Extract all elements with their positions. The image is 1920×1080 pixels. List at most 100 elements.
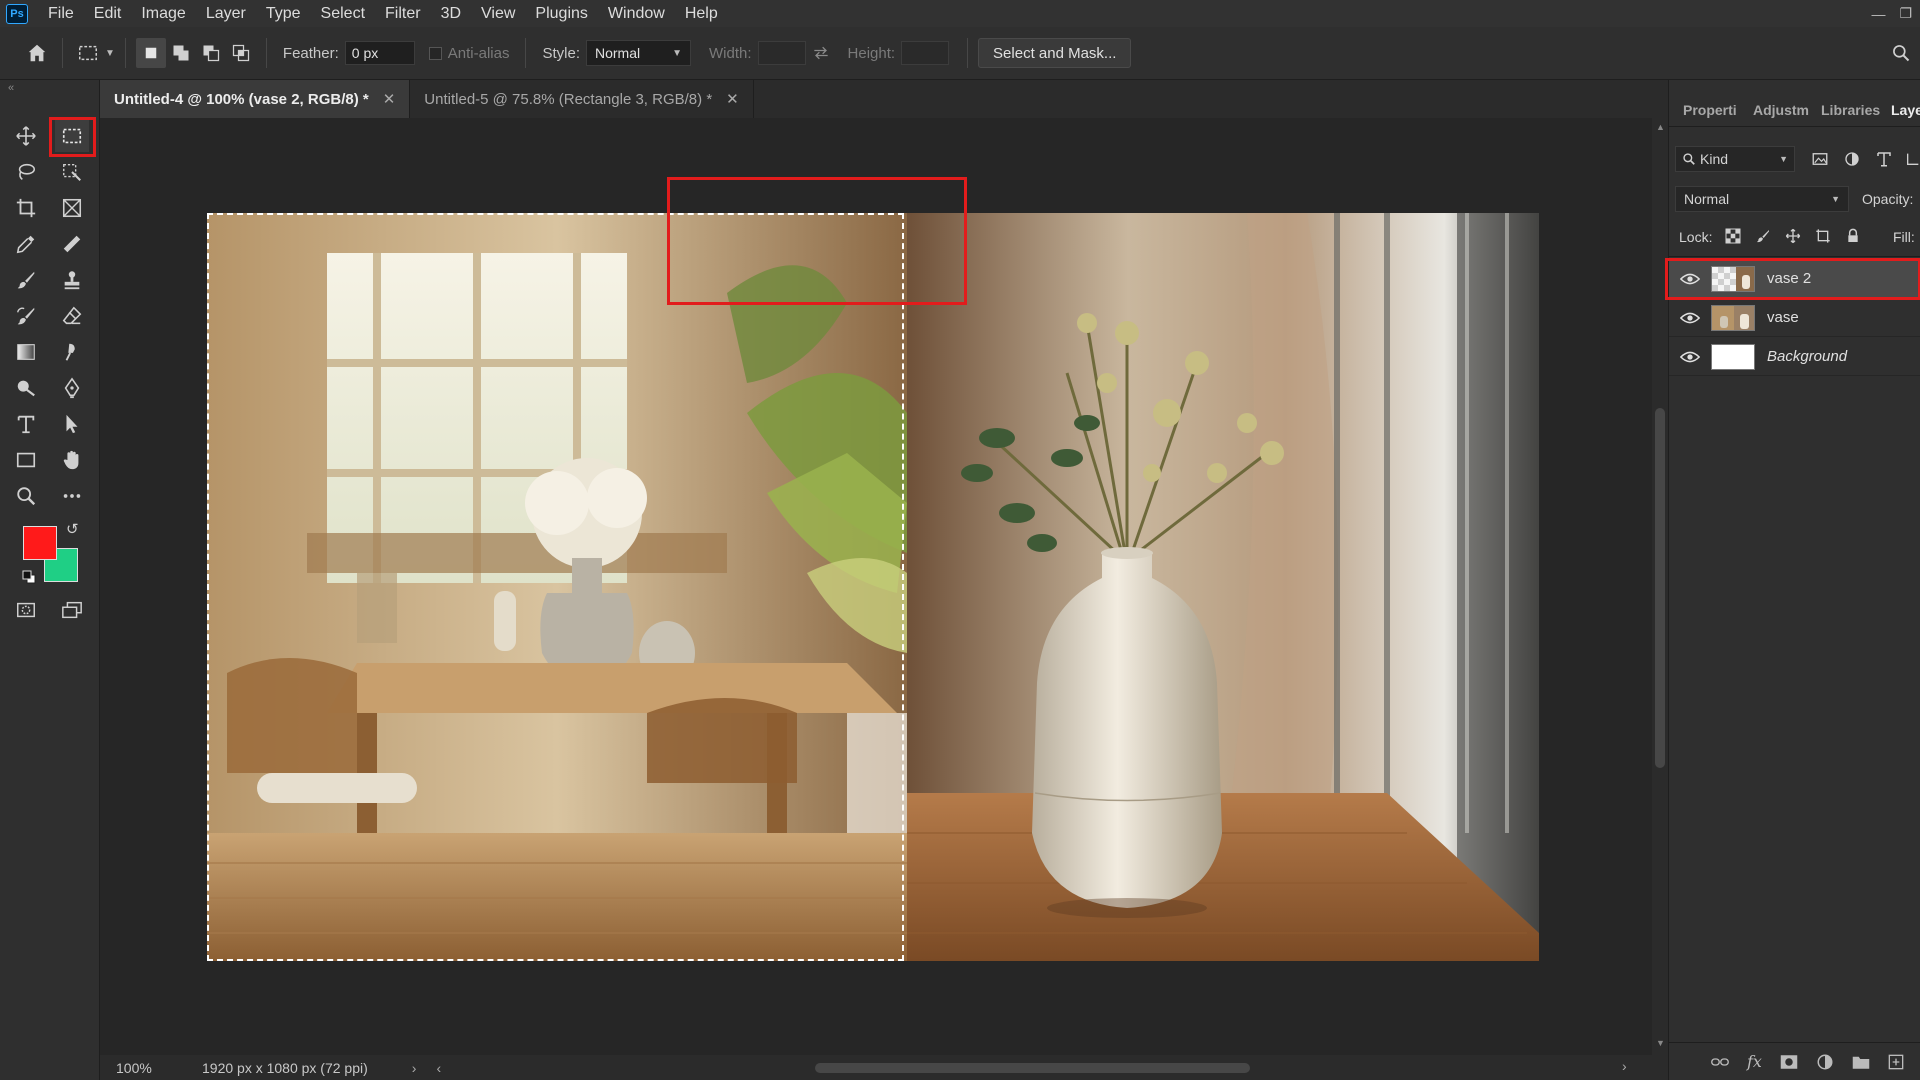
menu-image[interactable]: Image bbox=[131, 0, 195, 27]
smudge-tool-icon[interactable] bbox=[55, 336, 89, 368]
blend-mode-value: Normal bbox=[1684, 191, 1730, 207]
menu-select[interactable]: Select bbox=[311, 0, 375, 27]
lock-transparent-pixels-icon[interactable] bbox=[1725, 228, 1741, 244]
layer-background[interactable]: Background bbox=[1669, 338, 1920, 376]
menu-file[interactable]: File bbox=[38, 0, 84, 27]
tab-adjustments[interactable]: Adjustm bbox=[1753, 102, 1809, 118]
pixel-layer-filter-icon[interactable] bbox=[1811, 150, 1829, 168]
ruler-tool-icon[interactable] bbox=[55, 228, 89, 260]
document-info[interactable]: 1920 px x 1080 px (72 ppi) bbox=[202, 1060, 368, 1076]
menu-help[interactable]: Help bbox=[675, 0, 728, 27]
lock-position-icon[interactable] bbox=[1785, 228, 1801, 244]
close-icon[interactable]: ✕ bbox=[383, 90, 396, 108]
stamp-tool-icon[interactable] bbox=[55, 264, 89, 296]
add-mask-icon[interactable] bbox=[1780, 1054, 1798, 1070]
height-input[interactable] bbox=[901, 41, 950, 65]
lock-all-icon[interactable] bbox=[1845, 228, 1861, 244]
eye-icon[interactable] bbox=[1669, 350, 1711, 364]
scroll-right-icon[interactable]: › bbox=[1622, 1058, 1627, 1074]
move-tool-icon[interactable] bbox=[9, 120, 43, 152]
history-brush-tool-icon[interactable] bbox=[9, 300, 43, 332]
tab-properties[interactable]: Properti bbox=[1683, 102, 1737, 118]
new-layer-icon[interactable] bbox=[1888, 1054, 1904, 1070]
shape-layer-filter-icon[interactable] bbox=[1905, 150, 1920, 168]
chevron-down-icon[interactable]: ▼ bbox=[105, 48, 115, 59]
dodge-tool-icon[interactable] bbox=[9, 372, 43, 404]
type-tool-icon[interactable] bbox=[9, 408, 43, 440]
type-layer-filter-icon[interactable] bbox=[1875, 150, 1893, 168]
tab-libraries[interactable]: Libraries bbox=[1821, 102, 1880, 118]
close-icon[interactable]: ✕ bbox=[726, 90, 739, 108]
blend-mode-select[interactable]: Normal ▼ bbox=[1675, 186, 1849, 212]
intersect-selection-icon[interactable] bbox=[226, 38, 256, 68]
layer-vase[interactable]: vase bbox=[1669, 299, 1920, 337]
brush-tool-icon[interactable] bbox=[9, 264, 43, 296]
menu-3d[interactable]: 3D bbox=[431, 0, 471, 27]
layer-effects-icon[interactable]: fx bbox=[1747, 1052, 1762, 1071]
new-group-icon[interactable] bbox=[1852, 1054, 1870, 1070]
chevron-down-icon: ▼ bbox=[1831, 194, 1840, 204]
scroll-down-icon[interactable]: ▼ bbox=[1656, 1038, 1665, 1048]
search-icon[interactable] bbox=[1886, 38, 1916, 68]
new-adjustment-layer-icon[interactable] bbox=[1816, 1053, 1834, 1071]
style-select[interactable]: Normal ▼ bbox=[586, 40, 691, 66]
rectangle-tool-icon[interactable] bbox=[9, 444, 43, 476]
screen-mode-icon[interactable] bbox=[55, 594, 89, 626]
chevron-right-icon[interactable]: › bbox=[412, 1060, 417, 1076]
frame-tool-icon[interactable] bbox=[55, 192, 89, 224]
more-tools-icon[interactable] bbox=[55, 480, 89, 512]
menu-layer[interactable]: Layer bbox=[196, 0, 256, 27]
default-colors-icon[interactable] bbox=[22, 570, 36, 584]
layer-name: vase bbox=[1767, 309, 1799, 326]
new-selection-icon[interactable] bbox=[135, 38, 166, 68]
lock-artboard-icon[interactable] bbox=[1815, 228, 1831, 244]
menu-window[interactable]: Window bbox=[598, 0, 675, 27]
swap-width-height-icon[interactable] bbox=[806, 38, 836, 68]
crop-tool-icon[interactable] bbox=[9, 192, 43, 224]
subtract-from-selection-icon[interactable] bbox=[196, 38, 226, 68]
foreground-color-swatch[interactable] bbox=[23, 526, 57, 560]
select-and-mask-button[interactable]: Select and Mask... bbox=[978, 38, 1132, 68]
quick-mask-icon[interactable] bbox=[9, 594, 43, 626]
collapse-panel-icon[interactable]: « bbox=[8, 82, 14, 94]
layer-name: Background bbox=[1767, 348, 1848, 365]
tab-layers[interactable]: Laye bbox=[1891, 102, 1920, 118]
home-icon[interactable] bbox=[22, 38, 52, 68]
pen-tool-icon[interactable] bbox=[55, 372, 89, 404]
document-canvas[interactable] bbox=[207, 213, 1539, 961]
vertical-scroll-thumb[interactable] bbox=[1655, 408, 1665, 768]
swap-colors-icon[interactable]: ↺ bbox=[66, 520, 79, 538]
menu-filter[interactable]: Filter bbox=[375, 0, 431, 27]
marquee-preset-icon[interactable] bbox=[73, 38, 103, 68]
link-layers-icon[interactable] bbox=[1711, 1054, 1729, 1070]
add-to-selection-icon[interactable] bbox=[166, 38, 196, 68]
zoom-level[interactable]: 100% bbox=[116, 1060, 186, 1076]
menu-type[interactable]: Type bbox=[256, 0, 311, 27]
menu-view[interactable]: View bbox=[471, 0, 525, 27]
feather-input[interactable] bbox=[344, 41, 415, 65]
scroll-up-icon[interactable]: ▲ bbox=[1656, 122, 1665, 132]
width-input[interactable] bbox=[757, 41, 806, 65]
lasso-tool-icon[interactable] bbox=[9, 156, 43, 188]
minimize-icon[interactable]: — bbox=[1871, 6, 1885, 22]
path-selection-tool-icon[interactable] bbox=[55, 408, 89, 440]
anti-alias-checkbox[interactable] bbox=[428, 46, 442, 60]
eye-icon[interactable] bbox=[1669, 311, 1711, 325]
tab-untitled-4[interactable]: Untitled-4 @ 100% (vase 2, RGB/8) * ✕ bbox=[100, 80, 411, 118]
object-selection-tool-icon[interactable] bbox=[55, 156, 89, 188]
eyedropper-tool-icon[interactable] bbox=[9, 228, 43, 260]
kind-filter-select[interactable]: Kind ▼ bbox=[1675, 146, 1795, 172]
lock-image-pixels-icon[interactable] bbox=[1755, 228, 1771, 244]
eraser-tool-icon[interactable] bbox=[55, 300, 89, 332]
menu-edit[interactable]: Edit bbox=[84, 0, 132, 27]
gradient-tool-icon[interactable] bbox=[9, 336, 43, 368]
restore-icon[interactable]: ❐ bbox=[1899, 5, 1912, 22]
zoom-tool-icon[interactable] bbox=[9, 480, 43, 512]
tab-untitled-5[interactable]: Untitled-5 @ 75.8% (Rectangle 3, RGB/8) … bbox=[410, 80, 754, 118]
anti-alias-label: Anti-alias bbox=[447, 44, 510, 62]
horizontal-scroll-thumb[interactable] bbox=[815, 1063, 1250, 1073]
menu-plugins[interactable]: Plugins bbox=[525, 0, 597, 27]
scroll-left-icon[interactable]: ‹ bbox=[436, 1060, 441, 1076]
adjustment-layer-filter-icon[interactable] bbox=[1843, 150, 1861, 168]
hand-tool-icon[interactable] bbox=[55, 444, 89, 476]
